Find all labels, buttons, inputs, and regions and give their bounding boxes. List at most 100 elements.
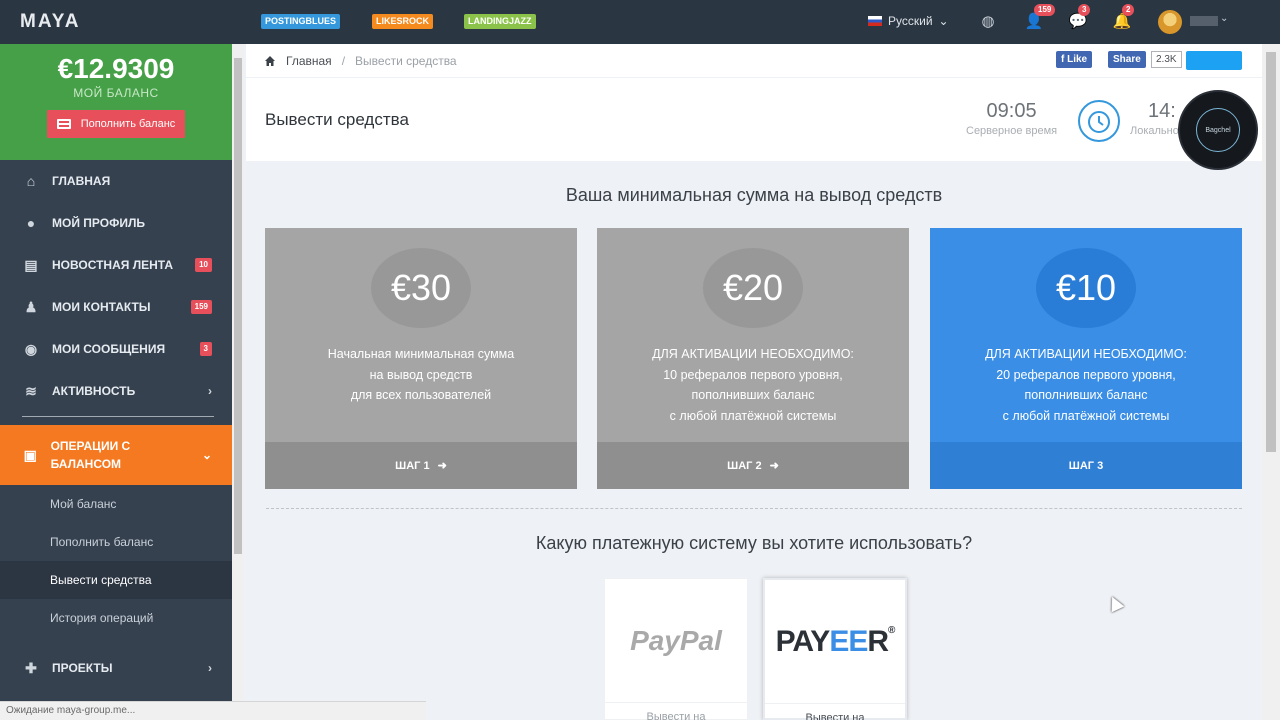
contacts-badge: 159 bbox=[1034, 4, 1056, 16]
contacts-icon[interactable]: 👤 159 bbox=[1024, 4, 1056, 32]
notifications-badge: 2 bbox=[1122, 4, 1135, 16]
plan-description: Начальная минимальная сумма на вывод сред… bbox=[327, 347, 515, 402]
chevron-right-icon: › bbox=[208, 384, 212, 398]
home-icon: ⌂ bbox=[26, 173, 36, 189]
section-divider bbox=[266, 508, 1242, 509]
payment-system-heading: Какую платежную систему вы хотите исполь… bbox=[535, 533, 973, 553]
sidebar: €12.9309 МОЙ БАЛАНС Пополнить баланс ⌂ Г… bbox=[0, 44, 232, 720]
page-title: Вывести средства bbox=[265, 110, 409, 129]
sidebar-item-label: МОИ СООБЩЕНИЯ bbox=[52, 342, 166, 356]
news-badge: 10 bbox=[195, 258, 212, 272]
main-content: Главная / Вывести средства f Like Share … bbox=[246, 44, 1262, 720]
sidebar-divider bbox=[22, 416, 214, 417]
plan-description: ДЛЯ АКТИВАЦИИ НЕОБХОДИМО: 20 рефералов пе… bbox=[985, 347, 1187, 423]
tag-landingjazz[interactable]: LANDINGJAZZ bbox=[464, 14, 536, 29]
breadcrumb: Главная / Вывести средства f Like Share … bbox=[246, 44, 1262, 77]
plan-amount: €30 bbox=[371, 248, 471, 328]
plan-card-step1[interactable]: €30 Начальная минимальная сумма на вывод … bbox=[265, 228, 577, 489]
contacts-count-badge: 159 bbox=[190, 300, 212, 314]
sidebar-subitem-topup[interactable]: Пополнить баланс bbox=[0, 523, 232, 561]
avatar[interactable] bbox=[1158, 10, 1182, 34]
sidebar-item-balance-operations[interactable]: ▣ ОПЕРАЦИИ С БАЛАНСОМ ⌄ bbox=[0, 425, 232, 485]
sidebar-scrollbar-thumb[interactable] bbox=[234, 58, 242, 554]
page-header: Вывести средства 09:05 Серверное время 1… bbox=[246, 77, 1262, 170]
chevron-right-icon: › bbox=[208, 661, 212, 675]
wifi-icon: ≋ bbox=[25, 382, 37, 399]
topup-button-label: Пополнить баланс bbox=[80, 118, 176, 130]
chat-icon: ◉ bbox=[24, 340, 38, 357]
app-logo[interactable]: MAYA bbox=[20, 11, 80, 33]
breadcrumb-separator: / bbox=[341, 53, 346, 68]
breadcrumb-current: Вывести средства bbox=[355, 53, 457, 68]
twitter-button[interactable] bbox=[1186, 51, 1242, 70]
sidebar-subitem-history[interactable]: История операций bbox=[0, 599, 232, 637]
page-scrollbar-thumb[interactable] bbox=[1266, 52, 1276, 452]
sidebar-scrollbar[interactable] bbox=[232, 44, 244, 720]
share-count: 2.3K bbox=[1151, 51, 1182, 68]
language-label: Русский bbox=[888, 14, 933, 28]
sidebar-item-label: НОВОСТНАЯ ЛЕНТА bbox=[52, 258, 174, 272]
chevron-down-icon: ⌄ bbox=[938, 14, 949, 28]
alarm-clock-icon bbox=[1078, 100, 1120, 142]
messages-icon[interactable]: 💬 3 bbox=[1068, 4, 1091, 32]
sidebar-item-label: АКТИВНОСТЬ bbox=[52, 384, 136, 398]
sidebar-item-messages[interactable]: ◉ МОИ СООБЩЕНИЯ 3 bbox=[0, 328, 232, 370]
sidebar-item-label: ПРОЕКТЫ bbox=[52, 661, 113, 675]
min-withdraw-heading: Ваша минимальная сумма на вывод средств bbox=[565, 185, 943, 205]
channel-logo-text: Bagchel bbox=[1196, 108, 1240, 152]
sidebar-item-activity[interactable]: ≋ АКТИВНОСТЬ › bbox=[0, 370, 232, 412]
messages-badge: 3 bbox=[1078, 4, 1091, 16]
plan-step-button[interactable]: ШАГ 2 ➜ bbox=[597, 442, 909, 489]
balance-label: МОЙ БАЛАНС bbox=[73, 86, 159, 100]
paypal-logo: PayPal bbox=[630, 624, 722, 656]
sidebar-subitem-withdraw[interactable]: Вывести средства bbox=[0, 561, 232, 599]
tag-likesrock[interactable]: LIKESROCK bbox=[372, 14, 434, 29]
user-icon: ● bbox=[26, 215, 36, 231]
home-icon[interactable] bbox=[264, 55, 276, 67]
tag-postingblues[interactable]: POSTINGBLUES bbox=[261, 14, 341, 29]
chevron-down-icon[interactable]: ⌄ bbox=[1220, 13, 1228, 24]
plan-step-button[interactable]: ШАГ 1 ➜ bbox=[265, 442, 577, 489]
sidebar-item-profile[interactable]: ● МОЙ ПРОФИЛЬ bbox=[0, 202, 232, 244]
topup-button[interactable]: Пополнить баланс bbox=[46, 110, 186, 138]
bell-icon[interactable]: 🔔 2 bbox=[1112, 4, 1135, 32]
language-selector[interactable]: Русский ⌄ bbox=[868, 14, 949, 28]
chevron-down-icon: ⌄ bbox=[201, 448, 212, 462]
messages-count-badge: 3 bbox=[199, 342, 212, 356]
payeer-logo: PAYEER® bbox=[775, 624, 896, 658]
server-time-label: Серверное время bbox=[966, 125, 1058, 137]
payment-label: Вывести на bbox=[646, 711, 706, 720]
sidebar-item-home[interactable]: ⌂ ГЛАВНАЯ bbox=[0, 160, 232, 202]
plan-step-button[interactable]: ШАГ 3 bbox=[930, 442, 1242, 489]
facebook-share-button[interactable]: Share bbox=[1108, 51, 1146, 68]
payment-option-payeer[interactable]: PAYEER® Вывести на bbox=[763, 578, 907, 720]
sidebar-item-news[interactable]: ▤ НОВОСТНАЯ ЛЕНТА 10 bbox=[0, 244, 232, 286]
payment-option-paypal[interactable]: PayPal Вывести на bbox=[604, 578, 748, 720]
breadcrumb-home[interactable]: Главная bbox=[286, 54, 332, 68]
sidebar-item-label: ОПЕРАЦИИ С БАЛАНСОМ bbox=[50, 439, 131, 471]
puzzle-icon: ✚ bbox=[25, 659, 37, 676]
facebook-like-button[interactable]: f Like bbox=[1056, 51, 1093, 68]
plan-card-step3[interactable]: €10 ДЛЯ АКТИВАЦИИ НЕОБХОДИМО: 20 реферало… bbox=[930, 228, 1242, 489]
sidebar-item-label: МОИ КОНТАКТЫ bbox=[52, 300, 151, 314]
server-time: 09:05 Серверное время bbox=[966, 100, 1057, 137]
sidebar-item-label: ГЛАВНАЯ bbox=[52, 174, 111, 188]
user-name[interactable] bbox=[1190, 16, 1218, 26]
plan-amount: €20 bbox=[703, 248, 803, 328]
globe-icon[interactable]: ◍ bbox=[978, 12, 998, 32]
russia-flag-icon bbox=[868, 16, 882, 26]
top-bar: MAYA POSTINGBLUES LIKESROCK LANDINGJAZZ … bbox=[0, 0, 1280, 44]
payment-label: Вывести на bbox=[805, 712, 865, 720]
channel-logo: Bagchel bbox=[1178, 90, 1258, 170]
browser-status-bar: Ожидание maya-group.me... bbox=[0, 701, 426, 720]
balance-amount: €12.9309 bbox=[57, 53, 175, 84]
sidebar-subitem-my-balance[interactable]: Мой баланс bbox=[0, 485, 232, 523]
wallet-icon: ▣ bbox=[23, 447, 37, 463]
sidebar-item-label: МОЙ ПРОФИЛЬ bbox=[52, 216, 146, 230]
sidebar-item-projects[interactable]: ✚ ПРОЕКТЫ › bbox=[0, 647, 232, 689]
arrow-right-icon: ➜ bbox=[769, 460, 779, 472]
sidebar-item-contacts[interactable]: ♟ МОИ КОНТАКТЫ 159 bbox=[0, 286, 232, 328]
plan-card-step2[interactable]: €20 ДЛЯ АКТИВАЦИИ НЕОБХОДИМО: 10 реферало… bbox=[597, 228, 909, 489]
credit-card-icon bbox=[56, 119, 71, 129]
page-scrollbar[interactable] bbox=[1262, 44, 1280, 720]
